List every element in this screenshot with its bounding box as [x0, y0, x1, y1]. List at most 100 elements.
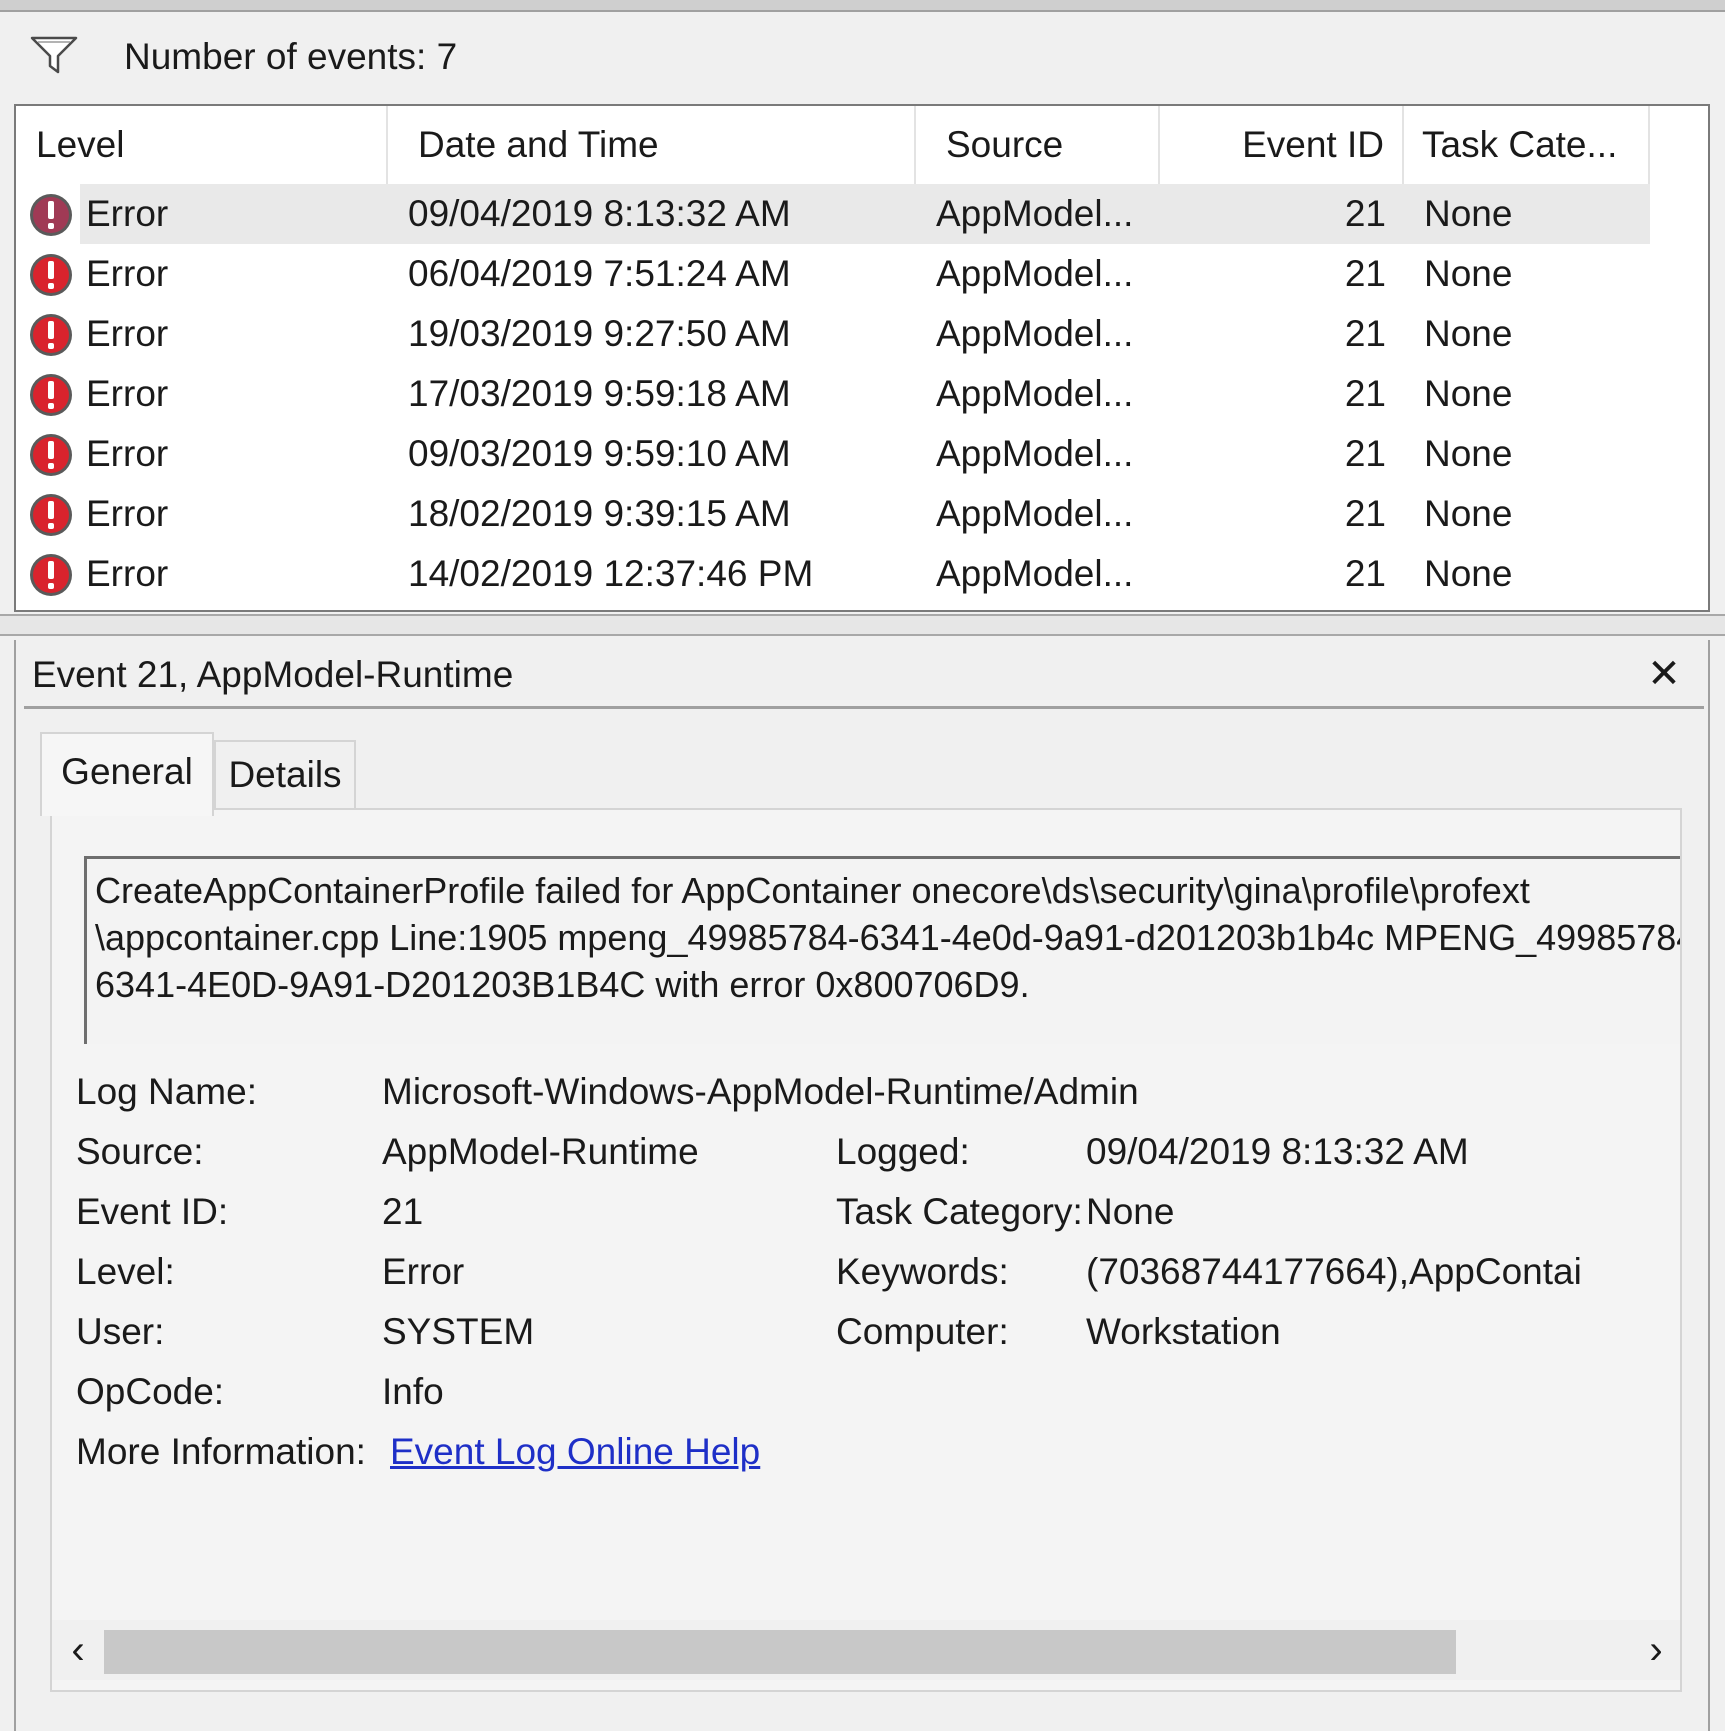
user-label: User: — [76, 1311, 165, 1352]
row-selection-highlight — [80, 184, 1650, 244]
error-exclamation-icon — [30, 194, 72, 236]
column-header-event-id[interactable]: Event ID — [1160, 106, 1404, 184]
source-label: Source: — [76, 1131, 204, 1172]
level-value: Error — [382, 1251, 465, 1292]
cell-event-id: 21 — [1344, 253, 1386, 294]
horizontal-scrollbar[interactable]: ‹ › — [52, 1620, 1680, 1680]
error-exclamation-icon — [30, 494, 72, 536]
cell-date-time: 09/03/2019 9:59:10 AM — [408, 433, 791, 474]
computer-value: Workstation — [1086, 1311, 1281, 1352]
tab-general[interactable]: General — [40, 732, 214, 816]
tab-details[interactable]: Details — [214, 740, 356, 810]
cell-task-category: None — [1424, 253, 1513, 294]
table-row[interactable]: Error 18/02/2019 9:39:15 AM AppModel... 21 N… — [16, 484, 1708, 544]
log-name-value: Microsoft-Windows-AppModel-Runtime/Admin — [382, 1071, 1139, 1112]
cell-source: AppModel... — [936, 313, 1134, 354]
cell-level: Error — [86, 493, 169, 534]
column-header-task-category[interactable]: Task Cate... — [1404, 106, 1650, 184]
event-id-label: Event ID: — [76, 1191, 229, 1232]
event-count-label: Number of events: 7 — [124, 36, 458, 77]
events-table: Level Date and Time Source Event ID Task… — [14, 104, 1710, 612]
funnel-filter-icon[interactable] — [28, 32, 80, 78]
table-row[interactable]: Error 09/03/2019 9:59:10 AM AppModel... 21 N… — [16, 424, 1708, 484]
cell-source: AppModel... — [936, 553, 1134, 594]
events-header: Number of events: 7 — [14, 12, 1710, 104]
column-header-level[interactable]: Level — [16, 106, 388, 184]
logged-label: Logged: — [836, 1131, 970, 1172]
cell-source: AppModel... — [936, 493, 1134, 534]
cell-task-category: None — [1424, 433, 1513, 474]
cell-task-category: None — [1424, 193, 1513, 234]
event-description-box[interactable]: CreateAppContainerProfile failed for App… — [84, 856, 1682, 1044]
cell-task-category: None — [1424, 373, 1513, 414]
cell-event-id: 21 — [1344, 193, 1386, 234]
computer-label: Computer: — [836, 1311, 1009, 1352]
error-exclamation-icon — [30, 554, 72, 596]
description-line: 6341-4E0D-9A91-D201203B1B4C with error 0… — [95, 964, 1030, 1005]
cell-date-time: 06/04/2019 7:51:24 AM — [408, 253, 791, 294]
user-value: SYSTEM — [382, 1311, 535, 1352]
detail-title: Event 21, AppModel-Runtime — [32, 654, 514, 695]
cell-level: Error — [86, 193, 169, 234]
event-detail-pane: Event 21, AppModel-Runtime ✕ General Det… — [14, 640, 1710, 1731]
cell-level: Error — [86, 553, 169, 594]
table-row[interactable]: Error 06/04/2019 7:51:24 AM AppModel... 21 N… — [16, 244, 1708, 304]
cell-date-time: 17/03/2019 9:59:18 AM — [408, 373, 791, 414]
keywords-value: (70368744177664),AppContai — [1086, 1251, 1582, 1292]
column-header-date-time[interactable]: Date and Time — [388, 106, 916, 184]
source-value: AppModel-Runtime — [382, 1131, 699, 1172]
cell-level: Error — [86, 313, 169, 354]
column-header-source[interactable]: Source — [916, 106, 1160, 184]
cell-level: Error — [86, 373, 169, 414]
error-exclamation-icon — [30, 314, 72, 356]
event-log-online-help-link[interactable]: Event Log Online Help — [390, 1428, 760, 1476]
table-row[interactable]: Error 19/03/2019 9:27:50 AM AppModel... 21 N… — [16, 304, 1708, 364]
opcode-label: OpCode: — [76, 1371, 225, 1412]
scroll-left-icon[interactable]: ‹ — [58, 1628, 98, 1672]
pane-splitter[interactable] — [0, 614, 1725, 636]
event-description-text: CreateAppContainerProfile failed for App… — [95, 867, 1682, 1008]
close-icon[interactable]: ✕ — [1644, 652, 1684, 696]
logged-value: 09/04/2019 8:13:32 AM — [1086, 1131, 1469, 1172]
cell-event-id: 21 — [1344, 553, 1386, 594]
cell-source: AppModel... — [936, 373, 1134, 414]
table-row[interactable]: Error 14/02/2019 12:37:46 PM AppModel... 21… — [16, 544, 1708, 604]
scrollbar-thumb[interactable] — [104, 1630, 1456, 1674]
cell-date-time: 09/04/2019 8:13:32 AM — [408, 193, 791, 234]
cell-event-id: 21 — [1344, 493, 1386, 534]
error-exclamation-icon — [30, 254, 72, 296]
cell-source: AppModel... — [936, 253, 1134, 294]
cell-date-time: 19/03/2019 9:27:50 AM — [408, 313, 791, 354]
cell-date-time: 18/02/2019 9:39:15 AM — [408, 493, 791, 534]
error-exclamation-icon — [30, 374, 72, 416]
log-name-label: Log Name: — [76, 1071, 257, 1112]
keywords-label: Keywords: — [836, 1251, 1009, 1292]
cell-event-id: 21 — [1344, 373, 1386, 414]
task-category-label: Task Category: — [836, 1191, 1083, 1232]
cell-source: AppModel... — [936, 433, 1134, 474]
table-row[interactable]: Error 09/04/2019 8:13:32 AM AppModel... 21 N… — [16, 184, 1708, 244]
level-label: Level: — [76, 1251, 175, 1292]
title-divider — [24, 706, 1704, 709]
cell-task-category: None — [1424, 553, 1513, 594]
window-top-edge — [0, 0, 1725, 12]
table-rows: Error 09/04/2019 8:13:32 AM AppModel... 21 N… — [16, 184, 1708, 604]
cell-task-category: None — [1424, 313, 1513, 354]
cell-task-category: None — [1424, 493, 1513, 534]
event-viewer-window: Number of events: 7 Level Date and Time … — [0, 0, 1725, 1731]
cell-level: Error — [86, 433, 169, 474]
task-category-value: None — [1086, 1191, 1175, 1232]
general-tab-panel: CreateAppContainerProfile failed for App… — [50, 808, 1682, 1692]
cell-event-id: 21 — [1344, 313, 1386, 354]
event-id-value: 21 — [382, 1191, 424, 1232]
cell-level: Error — [86, 253, 169, 294]
more-information-label: More Information: — [76, 1431, 366, 1472]
cell-date-time: 14/02/2019 12:37:46 PM — [408, 553, 814, 594]
description-line: \appcontainer.cpp Line:1905 mpeng_499857… — [95, 917, 1682, 958]
cell-source: AppModel... — [936, 193, 1134, 234]
table-row[interactable]: Error 17/03/2019 9:59:18 AM AppModel... 21 N… — [16, 364, 1708, 424]
error-exclamation-icon — [30, 434, 72, 476]
cell-event-id: 21 — [1344, 433, 1386, 474]
opcode-value: Info — [382, 1371, 444, 1412]
scroll-right-icon[interactable]: › — [1636, 1628, 1676, 1672]
